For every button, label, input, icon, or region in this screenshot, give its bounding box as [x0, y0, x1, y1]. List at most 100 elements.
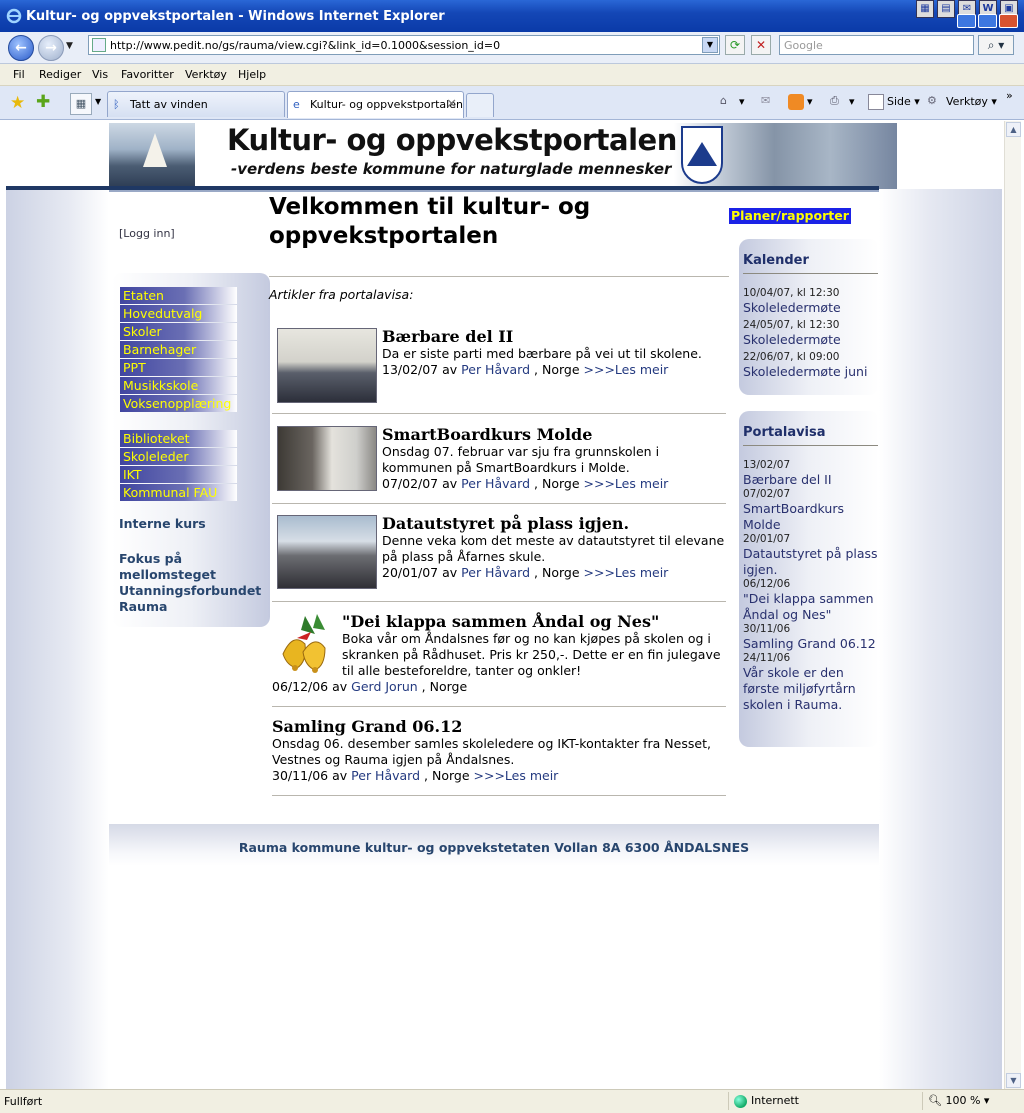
article-author-link[interactable]: Gerd Jorun [351, 679, 418, 694]
security-zone[interactable]: Internett [734, 1094, 799, 1108]
menu-view[interactable]: Vis [92, 68, 108, 81]
nav-group-main: Etaten Hovedutvalg Skoler Barnehager PPT… [120, 287, 237, 413]
portalavisa-link[interactable]: Bærbare del II [743, 472, 879, 488]
menu-edit[interactable]: Rediger [39, 68, 81, 81]
portalavisa-link[interactable]: Samling Grand 06.12 [743, 636, 879, 652]
nav-link-utanningsforbundet[interactable]: Utanningsforbundet Rauma [119, 583, 261, 615]
nav-item-skoler[interactable]: Skoler [120, 323, 237, 340]
print-button[interactable]: ⎙ ▾ [830, 94, 855, 110]
tab-tatt-av-vinden[interactable]: ᛒ Tatt av vinden [107, 91, 285, 117]
add-favorite-icon[interactable]: ✚ [36, 92, 50, 112]
portalavisa-date: 13/02/07 [743, 459, 791, 471]
read-more-link[interactable]: >>>Les meir [474, 768, 559, 783]
nav-item-kommunal-fau[interactable]: Kommunal FAU [120, 484, 237, 501]
nav-item-etaten[interactable]: Etaten [120, 287, 237, 304]
nav-item-biblioteket[interactable]: Biblioteket [120, 430, 237, 447]
home-button[interactable]: ⌂ ▾ [720, 94, 745, 110]
scroll-up-icon[interactable]: ▲ [1006, 122, 1021, 137]
search-button[interactable]: ⌕ ▾ [978, 35, 1014, 55]
close-window-button[interactable] [999, 14, 1018, 28]
calendar-item: 24/05/07, kl 12:30 Skoleledermøte [743, 319, 879, 348]
scroll-down-icon[interactable]: ▼ [1006, 1073, 1021, 1088]
address-text[interactable]: http://www.pedit.no/gs/rauma/view.cgi?&l… [110, 39, 500, 52]
article-title[interactable]: Bærbare del II [382, 327, 727, 346]
calendar-event-link[interactable]: Skoleledermøte [743, 300, 879, 316]
article-title[interactable]: Datautstyret på plass igjen. [382, 514, 727, 533]
portalavisa-date: 30/11/06 [743, 623, 791, 635]
article-photo-laptops[interactable] [277, 328, 377, 403]
nav-item-voksenopplaering[interactable]: Voksenopplæring [120, 395, 237, 412]
article-title[interactable]: Samling Grand 06.12 [272, 717, 727, 736]
tray-app-icon[interactable]: ▤ [937, 0, 955, 18]
nav-link-fokus[interactable]: Fokus på mellomsteget [119, 551, 216, 583]
rauma-coat-of-arms-icon [681, 126, 723, 184]
history-dropdown-icon[interactable]: ▼ [66, 41, 73, 51]
article-place: , Norge [534, 362, 580, 377]
calendar-event-link[interactable]: Skoleledermøte [743, 332, 879, 348]
article-author-link[interactable]: Per Håvard [461, 565, 530, 580]
tray-app-icon[interactable]: ▦ [916, 0, 934, 18]
article-author-link[interactable]: Per Håvard [351, 768, 420, 783]
toolbar-overflow-icon[interactable]: » [1006, 89, 1013, 102]
nav-item-skoleleder[interactable]: Skoleleder [120, 448, 237, 465]
article-place: , Norge [424, 768, 470, 783]
address-dropdown-icon[interactable]: ▼ [702, 37, 718, 53]
quick-tabs-button[interactable]: ▦ [70, 93, 92, 115]
rss-button[interactable]: ▾ [788, 94, 813, 110]
refresh-button[interactable]: ⟳ [725, 35, 745, 55]
favorites-star-icon[interactable]: ★ [10, 93, 25, 113]
article-photo-classroom[interactable] [277, 515, 377, 589]
article-meta: 30/11/06 av Per Håvard , Norge >>>Les me… [272, 768, 727, 784]
article-text: Da er siste parti med bærbare på vei ut … [382, 346, 702, 361]
nav-item-ikt[interactable]: IKT [120, 466, 237, 483]
stop-button[interactable]: ✕ [751, 35, 771, 55]
calendar-event-link[interactable]: Skoleledermøte juni [743, 364, 879, 380]
nav-item-musikkskole[interactable]: Musikkskole [120, 377, 237, 394]
page-menu-button[interactable]: Side ▾ [868, 94, 920, 110]
nav-item-ppt[interactable]: PPT [120, 359, 237, 376]
nav-link-interne-kurs[interactable]: Interne kurs [119, 516, 206, 532]
tab-label: Tatt av vinden [130, 98, 208, 111]
forward-button[interactable]: → [38, 35, 64, 61]
nav-link-utanning-line2: Rauma [119, 599, 168, 614]
read-more-link[interactable]: >>>Les meir [584, 565, 669, 580]
nav-item-barnehager[interactable]: Barnehager [120, 341, 237, 358]
new-tab-button[interactable] [466, 93, 494, 117]
tab-list-dropdown-icon[interactable]: ▼ [95, 97, 101, 106]
article-author-link[interactable]: Per Håvard [461, 476, 530, 491]
login-link[interactable]: [Logg inn] [119, 227, 175, 240]
read-more-link[interactable]: >>>Les meir [584, 476, 669, 491]
back-button[interactable]: ← [8, 35, 34, 61]
menu-tools[interactable]: Verktøy [185, 68, 227, 81]
gear-icon: ⚙ [927, 94, 937, 107]
portalavisa-link[interactable]: "Dei klappa sammen Åndal og Nes" [743, 591, 879, 623]
address-input[interactable]: http://www.pedit.no/gs/rauma/view.cgi?&l… [88, 35, 720, 55]
portalavisa-link[interactable]: Vår skole er den første miljøfyrtårn sko… [743, 665, 879, 713]
article-photo-smartboard[interactable] [277, 426, 377, 491]
page-icon [868, 94, 884, 110]
vertical-scrollbar[interactable]: ▲ ▼ [1004, 121, 1021, 1089]
menu-help[interactable]: Hjelp [238, 68, 266, 81]
zoom-control[interactable]: 🔍︎ 100 % ▾ [928, 1094, 989, 1107]
site-footer: Rauma kommune kultur- og oppvekstetaten … [109, 824, 879, 866]
feeds-mail-button[interactable]: ✉ [761, 94, 780, 110]
tab-kultur-portal[interactable]: e Kultur- og oppvekstportalen ✕ [287, 91, 464, 118]
article-author-link[interactable]: Per Håvard [461, 362, 530, 377]
window-controls [957, 14, 1018, 28]
minimize-button[interactable] [957, 14, 976, 28]
menu-file[interactable]: Fil [13, 68, 25, 81]
maximize-button[interactable] [978, 14, 997, 28]
status-separator [922, 1092, 923, 1110]
portalavisa-link[interactable]: Datautstyret på plass igjen. [743, 546, 879, 578]
article-title[interactable]: "Dei klappa sammen Åndal og Nes" [342, 612, 727, 631]
read-more-link[interactable]: >>>Les meir [584, 362, 669, 377]
tools-menu-button[interactable]: ⚙ Verktøy ▾ [927, 94, 997, 110]
article-title[interactable]: SmartBoardkurs Molde [382, 425, 727, 444]
portalavisa-link[interactable]: SmartBoardkurs Molde [743, 501, 879, 533]
search-input[interactable]: Google [779, 35, 974, 55]
nav-item-hovedutvalg[interactable]: Hovedutvalg [120, 305, 237, 322]
status-text: Fullført [4, 1095, 43, 1108]
planer-rapporter-link[interactable]: Planer/rapporter [729, 208, 851, 224]
close-tab-icon[interactable]: ✕ [446, 97, 457, 112]
menu-favorites[interactable]: Favoritter [121, 68, 174, 81]
